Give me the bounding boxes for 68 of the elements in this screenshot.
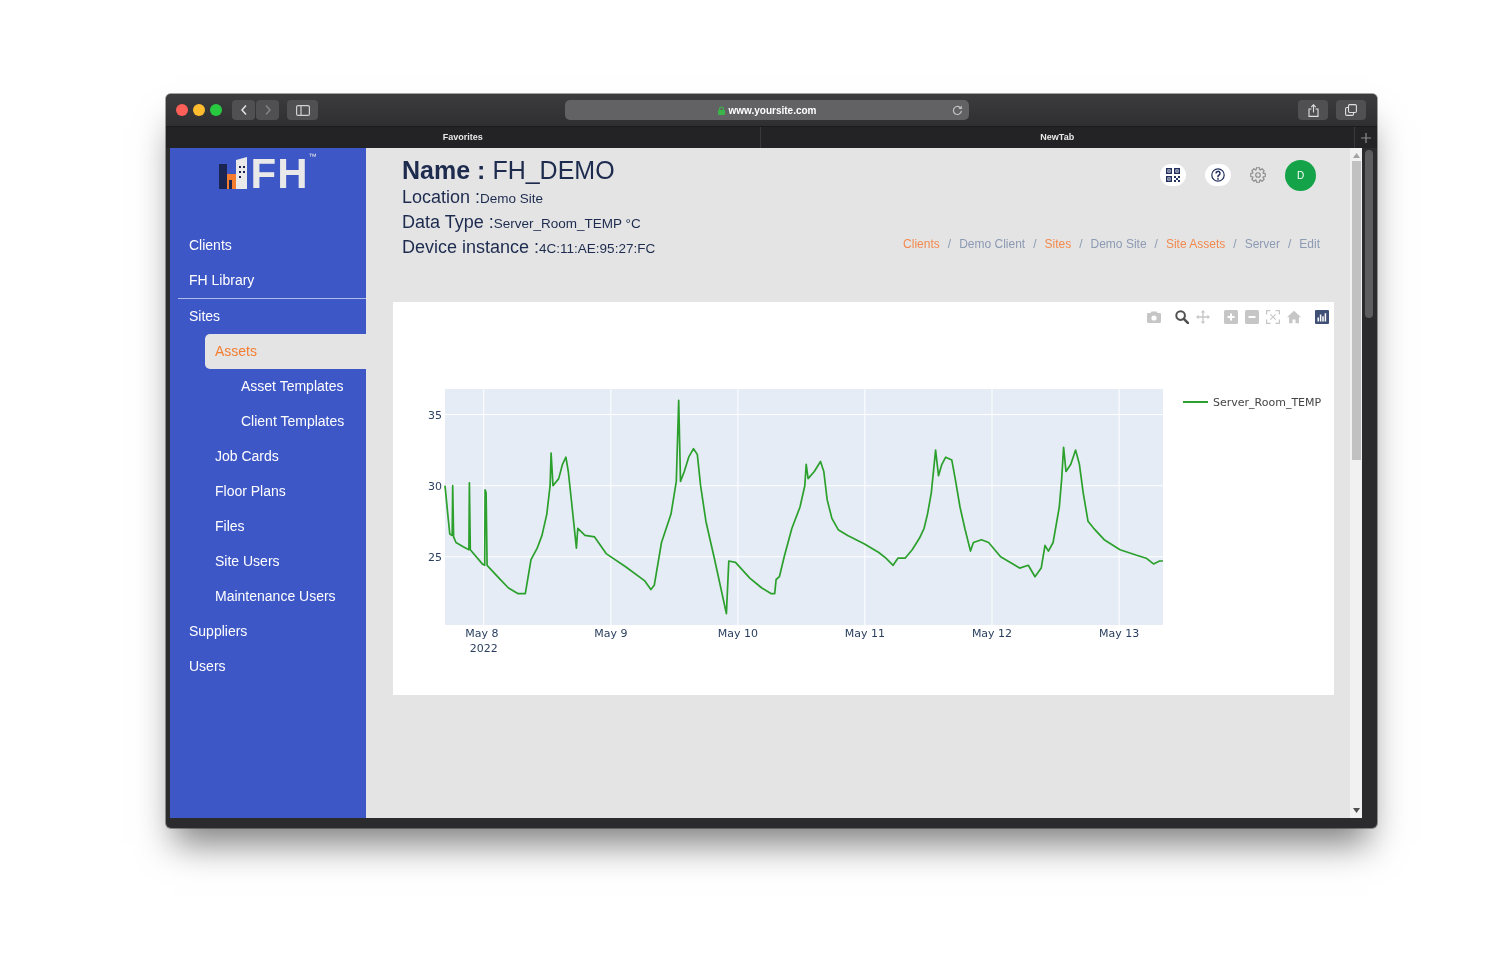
field-value: Demo Site [480,191,544,206]
x-tick-label: May 8 2022 [465,627,499,655]
window-minimize-icon[interactable] [193,104,205,116]
chevron-left-icon [238,104,249,116]
reload-icon[interactable] [952,104,963,116]
sidebar-item[interactable]: FH Library [179,263,366,298]
user-avatar[interactable]: D [1285,159,1316,191]
sidebar-toggle-button[interactable] [287,100,318,120]
x-tick-label: May 10 [717,627,759,640]
breadcrumb-item: Edit [1299,236,1320,253]
field-label: Data Type : [402,212,494,232]
breadcrumb-separator: / [1033,236,1037,253]
x-tick-label: May 13 [1098,627,1140,640]
tabs-overview-button[interactable] [1336,100,1366,120]
zoom-icon[interactable] [1175,310,1189,324]
sidebar-item[interactable]: Maintenance Users [205,579,366,614]
breadcrumb-separator: / [1287,236,1292,253]
settings-icon[interactable] [1250,167,1266,183]
sidebar-item[interactable]: Job Cards [205,439,366,474]
legend-label[interactable]: Server_Room_TEMP [1213,396,1322,409]
x-tick-label: May 9 [594,627,628,640]
sidebar-item[interactable]: Site Users [205,544,366,579]
sidebar-item[interactable]: Floor Plans [205,474,366,509]
scroll-up-icon[interactable] [1352,153,1360,158]
y-tick-label: 30 [428,479,442,493]
new-tab-icon[interactable] [1361,132,1371,143]
sidebar-item[interactable]: Users [179,649,366,684]
sidebar-item[interactable]: Asset Templates [231,369,366,404]
x-tick-label: May 11 [844,627,885,640]
lock-icon [717,105,725,115]
qr-code-icon [1166,168,1180,182]
sidebar-item[interactable]: Suppliers [179,614,366,649]
qr-code-button[interactable] [1160,164,1186,186]
scrollbar-thumb[interactable] [1351,161,1361,460]
breadcrumb-separator: / [1154,236,1158,253]
help-icon [1211,168,1225,182]
overlapping-squares-icon [1345,104,1357,116]
sidebar-item[interactable]: Sites [179,299,366,334]
field-label: Location : [402,187,481,207]
window-close-icon[interactable] [176,104,188,116]
help-button[interactable] [1205,164,1231,186]
share-button[interactable] [1298,100,1328,120]
back-button[interactable] [232,100,255,120]
breadcrumb-separator: / [1079,236,1083,253]
scrollbar-thumb[interactable] [1365,150,1373,318]
share-icon [1307,103,1319,117]
breadcrumb-item: Demo Site [1090,236,1147,253]
scroll-down-icon[interactable] [1352,808,1360,813]
breadcrumb-item: Server [1244,236,1280,253]
sidebar-icon [295,104,310,116]
name-label: Name : [402,156,486,184]
window-maximize-icon[interactable] [210,104,222,116]
y-tick-label: 35 [428,408,442,422]
breadcrumb-separator: / [1233,236,1237,253]
logo-building-icon [218,157,247,189]
x-tick-label: May 12 [971,627,1013,640]
breadcrumb-item: Demo Client [959,236,1026,253]
bar-chart-logo-icon[interactable] [1315,310,1329,324]
address-bar[interactable]: www.yoursite.com [565,100,969,120]
field-label: Device instance : [402,237,540,257]
field-value: 4C:11:AE:95:27:FC [539,241,656,256]
sidebar-item[interactable]: Files [205,509,366,544]
sidebar-item[interactable]: Client Templates [231,404,366,439]
name-value: FH_DEMO [492,156,615,184]
field-value: Server_Room_TEMP °C [493,216,641,231]
breadcrumb-separator: / [947,236,952,253]
sidebar-item[interactable]: Clients [179,228,366,263]
y-tick-label: 25 [428,550,442,564]
